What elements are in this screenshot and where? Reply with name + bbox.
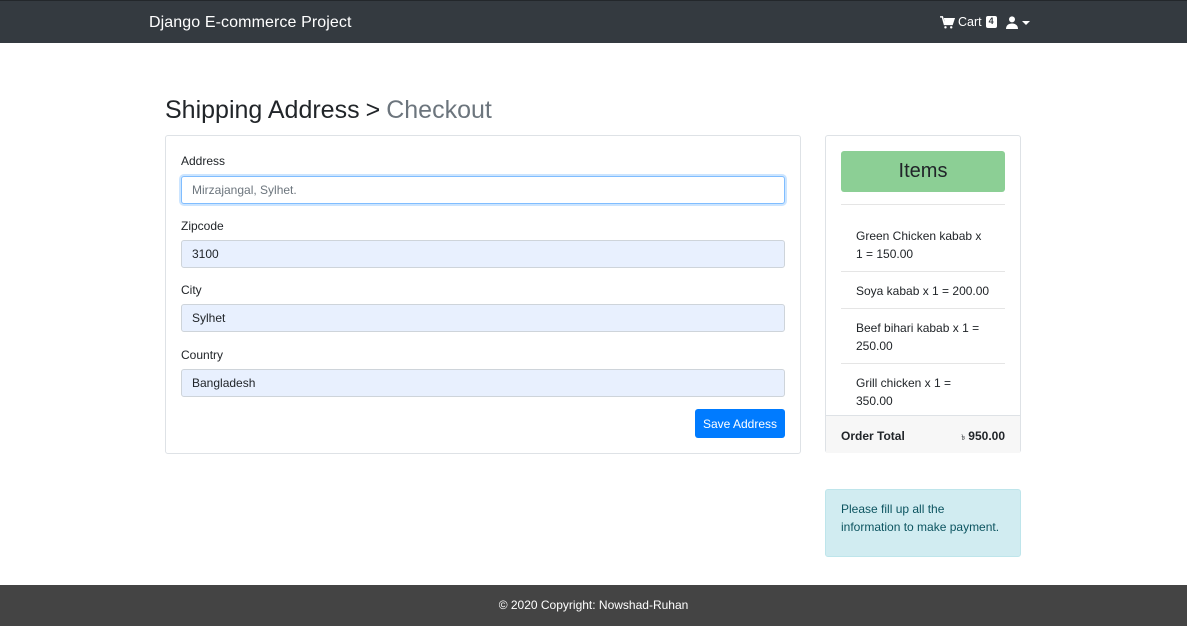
list-item: Beef bihari kabab x 1 = 250.00 [856, 321, 980, 353]
page-title: Shipping Address > Checkout [165, 96, 492, 125]
list-item: Soya kabab x 1 = 200.00 [856, 284, 990, 298]
chevron-down-icon [1022, 20, 1030, 25]
city-label: City [181, 283, 202, 297]
divider [841, 271, 1005, 272]
order-summary-card: Items Green Chicken kabab x 1 = 150.00 S… [825, 135, 1021, 453]
page-title-secondary: Checkout [386, 96, 492, 124]
order-total-label: Order Total [841, 429, 905, 443]
zipcode-label: Zipcode [181, 219, 224, 233]
shopping-cart-icon [940, 15, 955, 29]
currency-symbol: ৳ [961, 433, 966, 442]
list-item: Grill chicken x 1 = 350.00 [856, 376, 952, 408]
country-input[interactable] [181, 369, 785, 397]
cart-count-badge: 4 [985, 16, 997, 28]
brand-link[interactable]: Django E-commerce Project [149, 14, 352, 32]
order-total-value: ৳ 950.00 [961, 429, 1005, 445]
top-navbar: Django E-commerce Project Cart 4 [0, 0, 1187, 43]
breadcrumb-separator: > [365, 96, 381, 124]
cart-label: Cart [958, 15, 982, 29]
items-header: Items [841, 151, 1005, 192]
divider [841, 204, 1005, 205]
divider [841, 308, 1005, 309]
city-input[interactable] [181, 304, 785, 332]
country-label: Country [181, 348, 224, 362]
order-total-row: Order Total ৳ 950.00 [826, 415, 1020, 453]
user-menu-toggle[interactable] [1006, 16, 1030, 29]
zipcode-input[interactable] [181, 240, 785, 268]
cart-link[interactable]: Cart 4 [940, 15, 997, 29]
divider [841, 363, 1005, 364]
address-label: Address [181, 154, 226, 168]
user-icon [1006, 16, 1018, 29]
shipping-form-card: Address Zipcode City Country Save Addres… [165, 135, 801, 454]
page-title-primary: Shipping Address [165, 96, 360, 124]
address-input[interactable] [181, 176, 785, 204]
list-item: Green Chicken kabab x 1 = 150.00 [856, 229, 982, 261]
save-address-button[interactable]: Save Address [695, 409, 785, 438]
payment-info-alert: Please fill up all the information to ma… [825, 489, 1021, 557]
page-footer: © 2020 Copyright: Nowshad-Ruhan [0, 585, 1187, 626]
order-total-amount: 950.00 [968, 429, 1005, 443]
